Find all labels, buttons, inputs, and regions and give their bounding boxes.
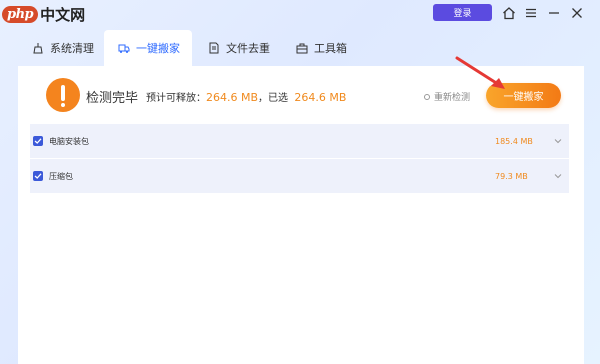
minimize-icon[interactable] — [545, 4, 563, 22]
chevron-down-icon[interactable] — [553, 136, 563, 146]
releasable-value: 264.6 MB — [206, 91, 259, 104]
status-summary: 预计可释放：264.6 MB，已选 264.6 MB — [146, 89, 346, 104]
tab-label: 一键搬家 — [136, 42, 180, 55]
item-size: 79.3 MB — [495, 171, 528, 181]
tab-label: 工具箱 — [314, 42, 347, 55]
logo-text: 中文网 — [40, 5, 86, 24]
chevron-down-icon[interactable] — [553, 171, 563, 181]
selected-value: 264.6 MB — [294, 91, 347, 104]
close-icon[interactable] — [568, 4, 586, 22]
tab-toolbox[interactable]: 工具箱 — [282, 30, 362, 66]
rescan-icon — [424, 93, 430, 100]
item-checkbox[interactable] — [33, 171, 43, 181]
tab-label: 文件去重 — [226, 42, 270, 55]
truck-icon — [118, 44, 130, 53]
selected-label: ，已选 — [258, 93, 289, 104]
list-item[interactable]: 压缩包 79.3 MB — [30, 159, 569, 194]
item-label: 压缩包 — [49, 171, 73, 181]
tab-label: 系统清理 — [50, 42, 94, 55]
check-icon — [34, 138, 42, 144]
tab-system-clean[interactable]: 系统清理 — [18, 30, 104, 66]
file-icon — [209, 42, 219, 54]
item-label: 电脑安装包 — [49, 136, 89, 146]
releasable-label: 预计可释放： — [146, 93, 206, 104]
status-title: 检测完毕 — [86, 91, 139, 106]
app-logo: php 中文网 — [2, 2, 85, 26]
list-item[interactable]: 电脑安装包 185.4 MB — [30, 124, 569, 159]
toolbox-icon — [296, 43, 308, 54]
annotation-arrow-icon — [455, 56, 505, 89]
tab-file-dedupe[interactable]: 文件去重 — [194, 30, 286, 66]
tab-one-click-move[interactable]: 一键搬家 — [104, 30, 192, 66]
home-icon[interactable] — [500, 4, 518, 22]
item-checkbox[interactable] — [33, 136, 43, 146]
broom-icon — [33, 43, 43, 54]
menu-icon[interactable] — [522, 4, 540, 22]
main-panel: 检测完毕 预计可释放：264.6 MB，已选 264.6 MB 重新检测 一键搬… — [18, 66, 584, 364]
login-button[interactable]: 登录 — [433, 4, 492, 21]
title-bar: php 中文网 登录 — [0, 0, 600, 30]
check-icon — [34, 173, 42, 179]
item-size: 185.4 MB — [495, 136, 533, 146]
logo-php: php — [2, 5, 39, 23]
warning-icon — [46, 78, 80, 112]
item-list: 电脑安装包 185.4 MB 压缩包 79.3 MB — [30, 124, 569, 194]
